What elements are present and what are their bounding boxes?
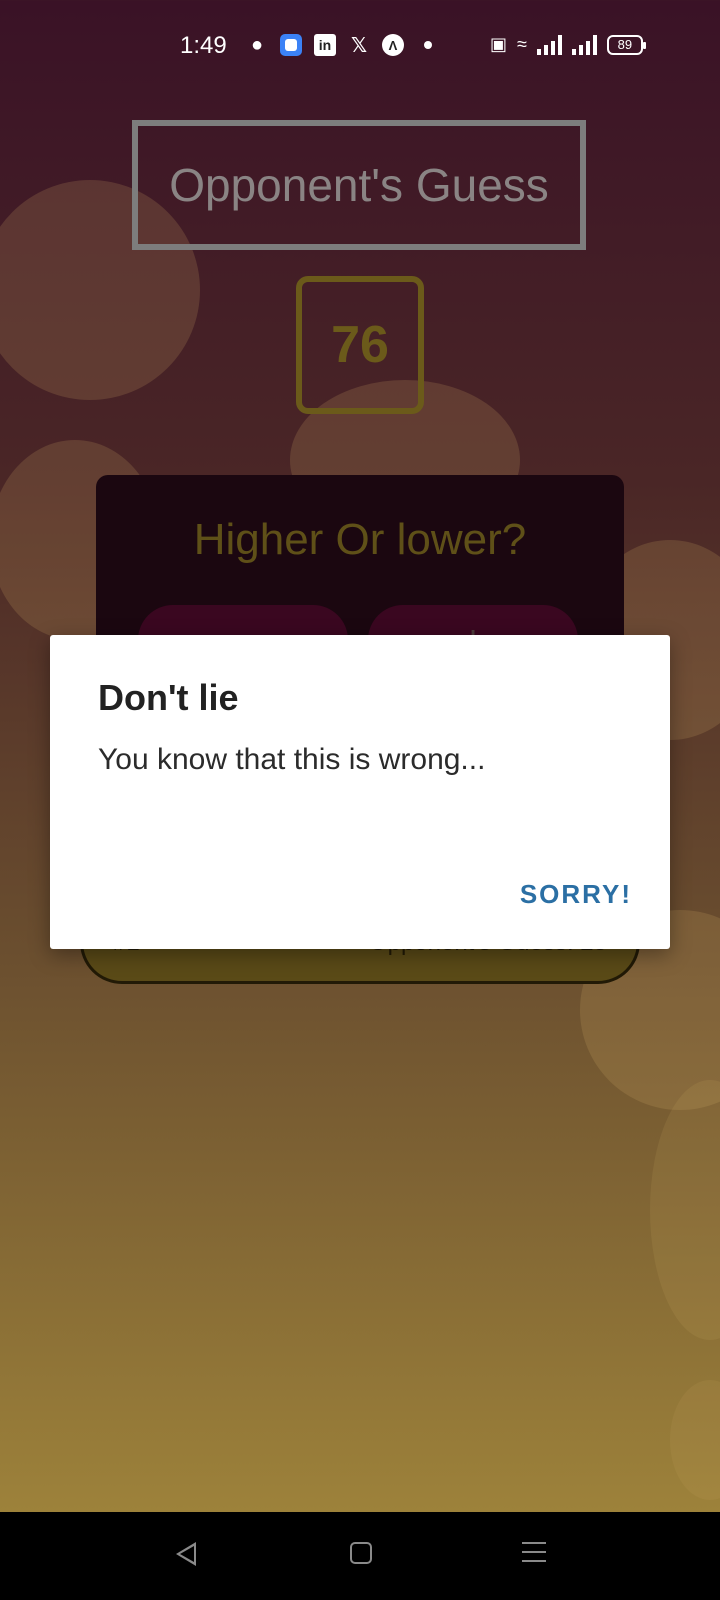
battery-icon: 89 <box>606 34 646 55</box>
status-bar: 1:49 ● in 𝕏 Λ ▣ ≈ 89 <box>0 0 720 92</box>
signal-icon <box>571 34 597 55</box>
back-icon[interactable] <box>176 1542 196 1566</box>
card-prompt: Higher Or lower? <box>193 515 527 564</box>
notification-icons: ● in 𝕏 Λ <box>246 33 432 57</box>
linkedin-icon: in <box>314 34 336 56</box>
background-decoration <box>670 1380 720 1500</box>
app-circle-icon: Λ <box>382 34 404 56</box>
app-icon <box>280 34 302 56</box>
screen-title: Opponent's Guess <box>132 120 586 250</box>
alert-dialog: Don't lie You know that this is wrong...… <box>50 635 670 949</box>
snapchat-icon: ● <box>250 33 264 56</box>
dot-icon <box>424 41 432 49</box>
system-icons: ▣ ≈ 89 <box>490 34 646 55</box>
current-guess-display: 76 <box>296 276 424 414</box>
home-icon[interactable] <box>350 1542 372 1564</box>
dialog-title: Don't lie <box>98 677 239 718</box>
status-time: 1:49 <box>180 32 227 59</box>
vibrate-icon: ▣ <box>490 34 508 54</box>
dialog-message: You know that this is wrong... <box>98 743 486 776</box>
sorry-button[interactable]: SORRY! <box>520 879 632 910</box>
signal-icon <box>536 34 562 55</box>
x-icon: 𝕏 <box>350 34 368 57</box>
recents-menu-icon[interactable] <box>522 1542 546 1566</box>
wifi-icon: ≈ <box>517 34 527 54</box>
background-decoration <box>650 1080 720 1340</box>
navigation-bar <box>0 1512 720 1600</box>
